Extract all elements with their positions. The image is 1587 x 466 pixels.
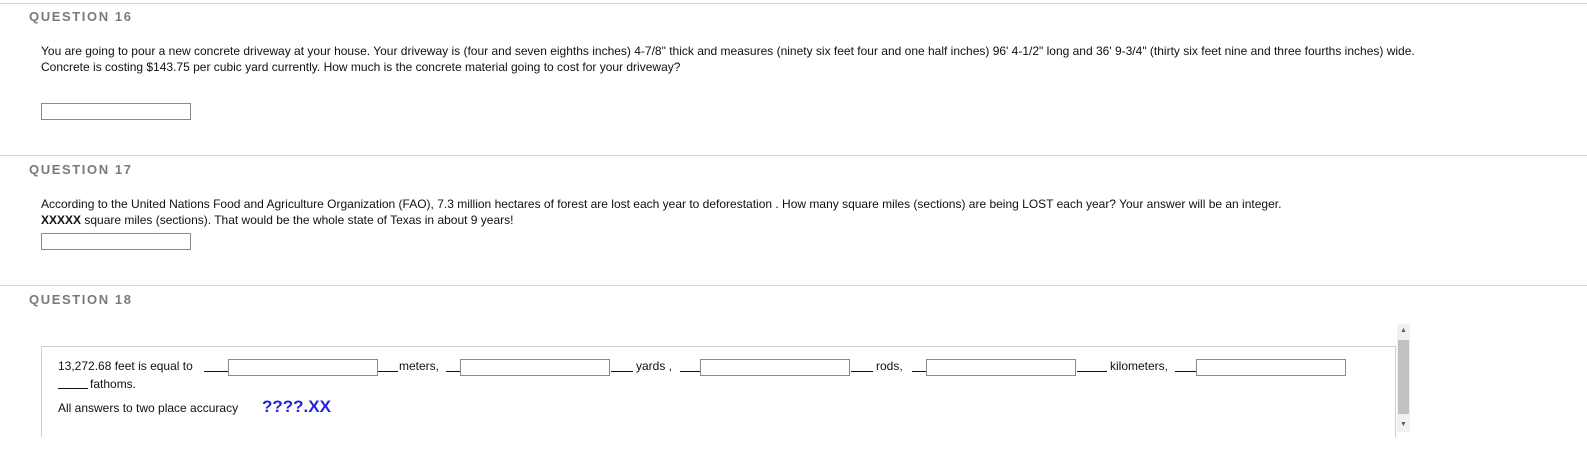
fathoms-label: fathoms.: [90, 377, 137, 391]
blank-line: [680, 359, 700, 372]
blank-line: [611, 359, 633, 372]
blank-line: [446, 359, 460, 372]
question-17-text-block: According to the United Nations Food and…: [41, 196, 1421, 228]
question-17-bold-placeholder: XXXXX: [41, 213, 82, 227]
fathoms-input[interactable]: [1196, 359, 1346, 376]
question-17-text-tail: square miles (sections). That would be t…: [81, 213, 514, 227]
meters-label: meters,: [399, 359, 440, 373]
rods-label: rods,: [876, 359, 903, 373]
blank-line: [204, 359, 228, 372]
scroll-up-arrow-icon[interactable]: ▲: [1397, 324, 1410, 338]
meters-input[interactable]: [228, 359, 378, 376]
blank-line: [1077, 359, 1107, 372]
kilometers-input[interactable]: [926, 359, 1076, 376]
question-17-divider: [0, 285, 1587, 286]
question-17-text: According to the United Nations Food and…: [41, 197, 1282, 211]
fathoms-blank-line: [58, 376, 88, 389]
yards-label: yards ,: [636, 359, 673, 373]
question-18-heading: QUESTION 18: [29, 292, 133, 307]
blank-line: [378, 359, 398, 372]
blank-line: [851, 359, 873, 372]
blank-line: [912, 359, 926, 372]
question-17-answer-input[interactable]: [41, 233, 191, 250]
question-16-heading: QUESTION 16: [29, 9, 133, 24]
scrollbar-thumb[interactable]: [1398, 340, 1409, 414]
question-16-divider: [0, 155, 1587, 156]
yards-input[interactable]: [460, 359, 610, 376]
top-divider: [0, 3, 1587, 4]
question-16-answer-input[interactable]: [41, 103, 191, 120]
question-18-lead-text: 13,272.68 feet is equal to: [58, 359, 193, 373]
accuracy-format-hint: ????.XX: [262, 397, 331, 416]
scroll-down-arrow-icon[interactable]: ▼: [1397, 418, 1410, 432]
accuracy-label: All answers to two place accuracy: [58, 401, 239, 415]
question-17-heading: QUESTION 17: [29, 162, 133, 177]
blank-line: [1175, 359, 1196, 372]
question-16-text: You are going to pour a new concrete dri…: [41, 44, 1415, 74]
rods-input[interactable]: [700, 359, 850, 376]
frame-scrollbar[interactable]: ▲ ▼: [1397, 324, 1410, 432]
kilometers-label: kilometers,: [1110, 359, 1169, 373]
